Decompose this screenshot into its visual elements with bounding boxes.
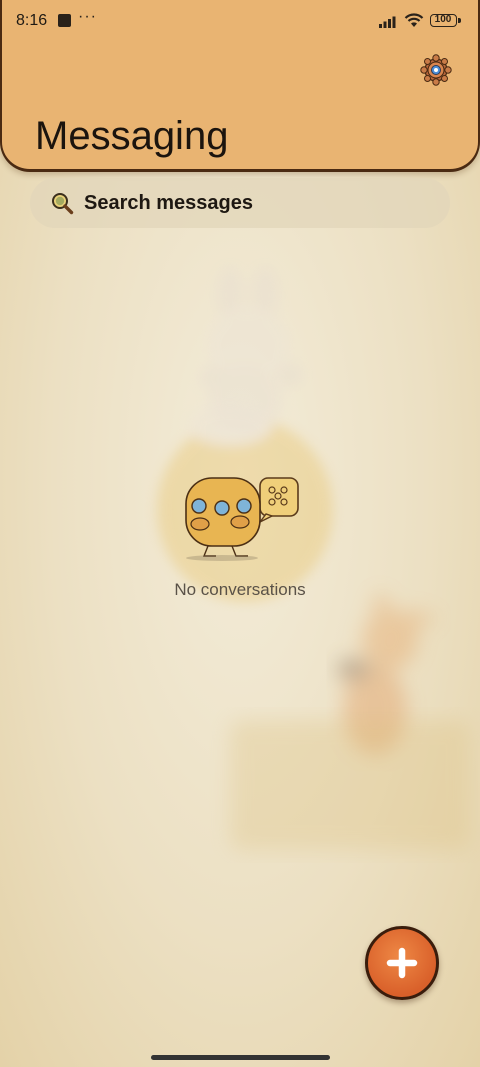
- search-bar[interactable]: Search messages: [30, 178, 450, 228]
- chat-mascot-icon: [185, 477, 299, 561]
- new-conversation-button[interactable]: [365, 926, 439, 1000]
- wifi-icon: [404, 13, 424, 27]
- home-indicator[interactable]: [151, 1055, 330, 1060]
- page-title: Messaging: [35, 114, 229, 158]
- signal-icon: [379, 16, 396, 28]
- status-time: 8:16: [16, 12, 48, 29]
- plus-icon: [386, 947, 418, 979]
- background-decoration: [157, 267, 470, 850]
- notification-square-icon: [58, 14, 71, 27]
- search-input[interactable]: Search messages: [84, 192, 253, 215]
- more-dots-icon: ···: [78, 8, 97, 25]
- battery-icon: 100: [430, 14, 457, 27]
- battery-level: 100: [434, 14, 452, 25]
- app-header: 8:16 ··· 100 Messaging: [0, 0, 480, 172]
- battery-cap: [458, 18, 461, 23]
- status-bar: 8:16 ··· 100: [2, 0, 480, 42]
- search-icon: [52, 193, 74, 215]
- empty-state-text: No conversations: [174, 580, 306, 599]
- gear-icon[interactable]: [420, 54, 452, 86]
